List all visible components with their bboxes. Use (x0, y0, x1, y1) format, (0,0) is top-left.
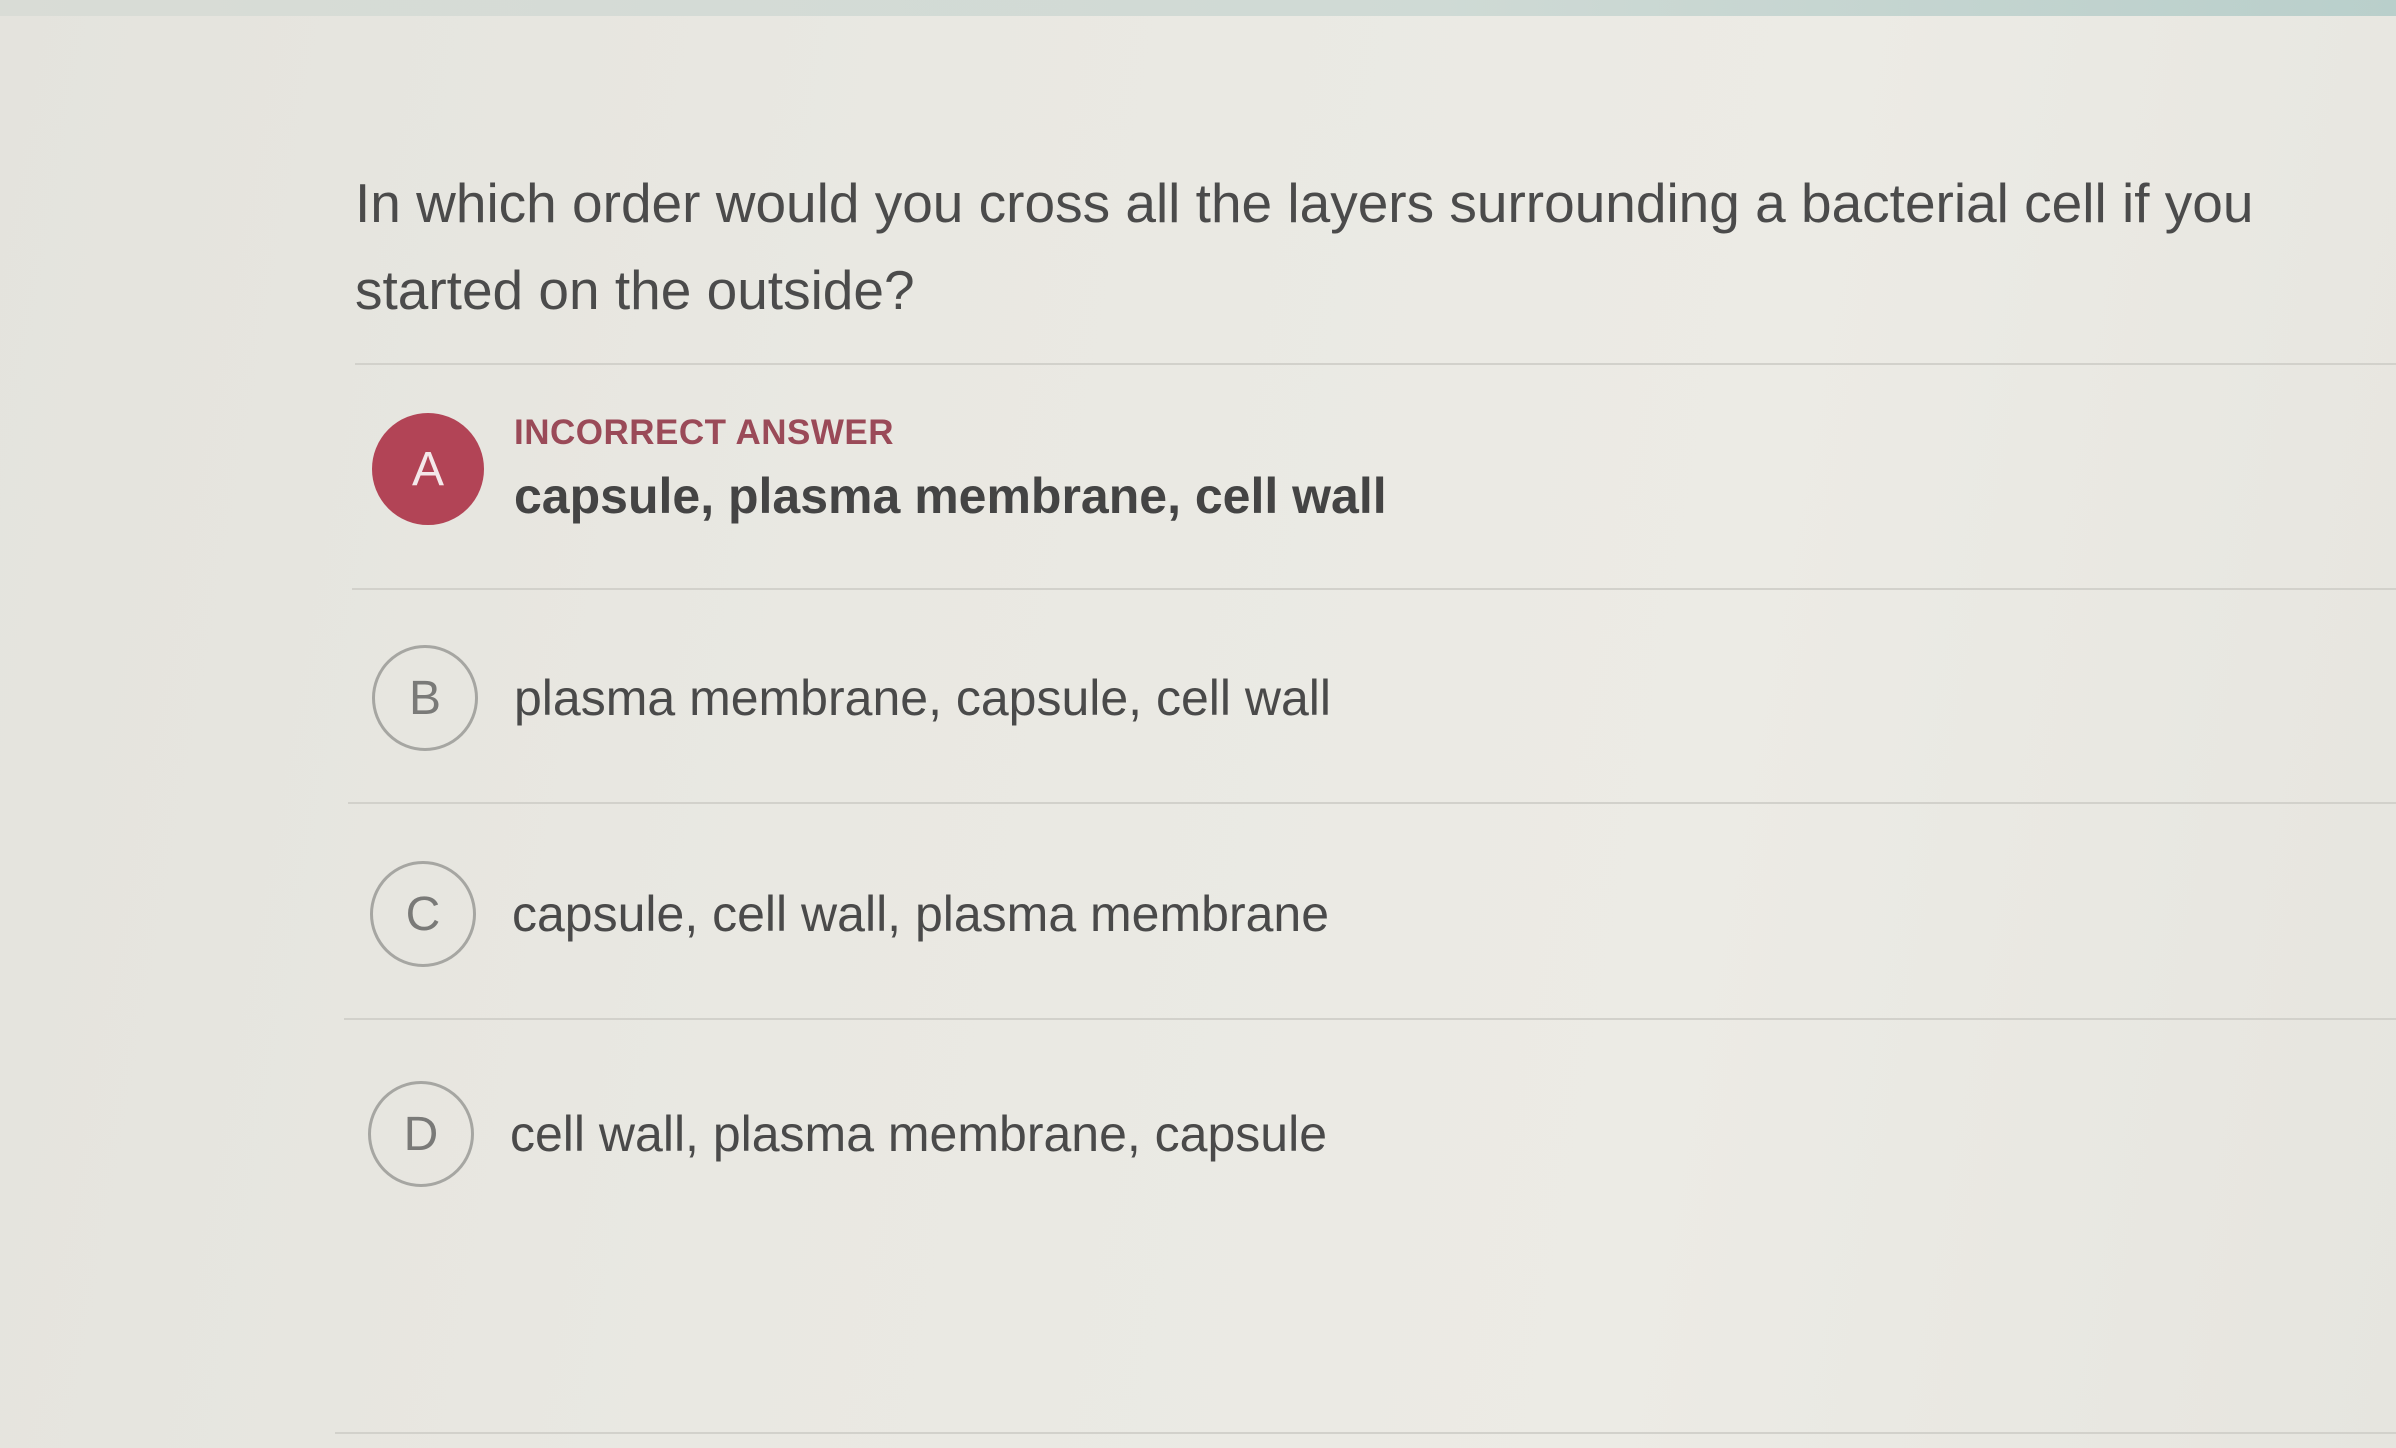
option-d-text: cell wall, plasma membrane, capsule (510, 1106, 1328, 1162)
option-d[interactable]: D cell wall, plasma membrane, capsule (368, 1081, 1327, 1187)
incorrect-answer-label: INCORRECT ANSWER (514, 413, 895, 452)
divider (335, 1432, 2396, 1434)
question-text: In which order would you cross all the l… (355, 172, 2254, 321)
option-c-text: capsule, cell wall, plasma membrane (512, 886, 1330, 942)
option-c[interactable]: C capsule, cell wall, plasma membrane (370, 861, 1329, 967)
option-b-text: plasma membrane, capsule, cell wall (514, 670, 1332, 726)
option-d-letter-badge: D (368, 1081, 474, 1187)
divider (344, 1018, 2396, 1020)
top-strip (0, 0, 2396, 16)
option-a-letter-badge: A (372, 413, 484, 525)
option-b-letter-badge: B (372, 645, 478, 751)
divider (355, 363, 2396, 365)
option-a-text: capsule, plasma membrane, cell wall (514, 468, 1387, 524)
option-a-body: INCORRECT ANSWER capsule, plasma membran… (514, 413, 1387, 525)
option-b[interactable]: B plasma membrane, capsule, cell wall (372, 645, 1331, 751)
option-c-letter-badge: C (370, 861, 476, 967)
divider (352, 588, 2396, 590)
option-a[interactable]: A INCORRECT ANSWER capsule, plasma membr… (372, 413, 1387, 525)
divider (348, 802, 2396, 804)
